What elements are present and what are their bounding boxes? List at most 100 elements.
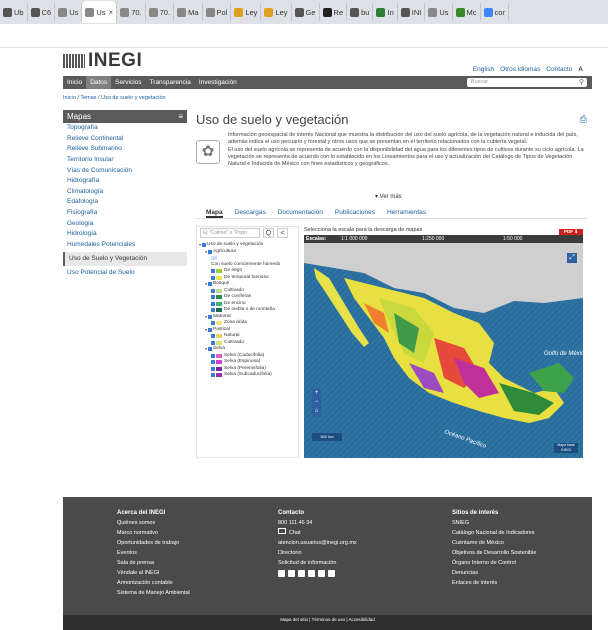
nav-servicios[interactable]: Servicios <box>111 76 145 89</box>
podcast-icon[interactable] <box>318 570 325 577</box>
browser-tab[interactable]: Us × <box>82 1 118 23</box>
layer-checkbox[interactable] <box>208 347 213 352</box>
expand-map-icon[interactable]: ⤢ <box>567 253 577 263</box>
browser-tab[interactable]: Us <box>425 3 453 21</box>
layer-checkbox[interactable] <box>208 282 213 287</box>
layer-search-input[interactable]: Ej "Colima" o "Popo <box>200 228 260 238</box>
other-languages-link[interactable]: Otros idiomas <box>500 66 540 73</box>
sidebar-item[interactable]: Territorio Insular <box>63 155 187 166</box>
rss-icon[interactable] <box>328 570 335 577</box>
layer-checkbox[interactable] <box>202 243 207 248</box>
ver-mas-link[interactable]: ▾ Ver más <box>375 193 402 200</box>
close-tab-icon[interactable]: × <box>109 8 114 17</box>
browser-tab[interactable]: Mc <box>453 3 481 21</box>
instagram-icon[interactable] <box>308 570 315 577</box>
browser-tab[interactable]: Ub <box>0 3 28 21</box>
browser-tab[interactable]: C6 <box>28 3 56 21</box>
sidebar-item[interactable]: Edafología <box>63 197 187 208</box>
footer-link[interactable]: Véndale al INEGI <box>117 568 190 578</box>
print-icon[interactable]: ⎙ <box>580 114 587 125</box>
layer-checkbox[interactable] <box>211 373 215 378</box>
browser-tab[interactable]: Pol <box>203 3 232 21</box>
land-use-map[interactable]: Golfo de México Océano Pacífico ⤢ +−⌂ 50… <box>304 243 583 458</box>
footer-link[interactable]: SNIEG <box>452 518 536 528</box>
site-search-input[interactable]: Buscar ⚲ <box>467 78 587 87</box>
footer-bottom-links[interactable]: Mapa del sitio | Términos de uso | Acces… <box>63 615 592 630</box>
sidebar-item[interactable]: Humedales Potenciales <box>63 240 187 251</box>
sidebar-item[interactable]: Uso Potencial de Suelo <box>63 268 187 279</box>
layer-checkbox[interactable] <box>208 314 213 319</box>
browser-tab[interactable]: Re <box>320 3 348 21</box>
layer-checkbox[interactable] <box>211 321 215 326</box>
footer-link[interactable]: Objetivos de Desarrollo Sostenible <box>452 548 536 558</box>
footer-link[interactable]: Quiénes somos <box>117 518 190 528</box>
browser-tab[interactable]: cor <box>481 3 509 21</box>
directory-link[interactable]: Directorio <box>278 548 357 558</box>
browser-tab[interactable]: Us <box>55 3 83 21</box>
layer-checkbox[interactable] <box>211 288 215 293</box>
youtube-icon[interactable] <box>298 570 305 577</box>
footer-link[interactable]: Eventos <box>117 548 190 558</box>
layer-checkbox[interactable] <box>211 334 215 339</box>
footer-link[interactable]: Enlaces de interés <box>452 578 536 588</box>
tab-descargas[interactable]: Descargas <box>235 206 266 218</box>
scale-250k[interactable]: 1:250 000 <box>418 236 499 242</box>
english-link[interactable]: English <box>473 66 494 73</box>
sidebar-item[interactable]: Topografía <box>63 123 187 134</box>
hamburger-icon[interactable]: ≡ <box>178 110 183 123</box>
footer-link[interactable]: Catálogo Nacional de Indicadores <box>452 528 536 538</box>
layer-checkbox[interactable] <box>211 301 215 306</box>
expand-arrow-icon[interactable]: ▾ <box>205 249 207 256</box>
browser-tab[interactable]: In <box>373 3 398 21</box>
layer-search-button[interactable]: Q <box>263 228 274 238</box>
nav-inicio[interactable]: Inicio <box>63 76 86 89</box>
footer-link[interactable]: Armonización contable <box>117 578 190 588</box>
footer-link[interactable]: Sala de prensa <box>117 558 190 568</box>
browser-tab[interactable]: Ley <box>231 3 262 21</box>
sidebar-item[interactable]: Relieve Continental <box>63 134 187 145</box>
sidebar-item[interactable]: Hidrografía <box>63 176 187 187</box>
sidebar-item[interactable]: Uso de Suelo y Vegetación <box>63 252 187 267</box>
footer-link[interactable]: Oportunidades de trabajo <box>117 538 190 548</box>
sidebar-item[interactable]: Vías de Comunicación <box>63 165 187 176</box>
browser-tab[interactable]: 70. <box>117 3 146 21</box>
info-request-link[interactable]: Solicitud de información <box>278 558 357 568</box>
chat-link[interactable]: Chat <box>278 528 357 538</box>
browser-tab[interactable]: Ley <box>261 3 292 21</box>
nav-datos[interactable]: Datos <box>86 76 112 89</box>
sidebar-item[interactable]: Geología <box>63 218 187 229</box>
inegi-logo[interactable]: INEGI <box>63 50 142 71</box>
contact-email[interactable]: atencion.usuarios@inegi.org.mx <box>278 538 357 548</box>
layer-checkbox[interactable] <box>211 360 215 365</box>
sidebar-item[interactable]: Climatología <box>63 187 187 198</box>
layer-node[interactable]: Selva (Subcaducifolia) <box>199 372 299 379</box>
scale-50k[interactable]: 1:50 000 <box>499 236 580 242</box>
layer-checkbox[interactable] <box>211 269 215 274</box>
expand-arrow-icon[interactable]: ▾ <box>205 281 207 288</box>
layer-checkbox[interactable] <box>208 249 213 254</box>
zoom-controls[interactable]: + − ⌂ <box>312 389 321 417</box>
layer-checkbox[interactable] <box>211 275 215 280</box>
tab-publicaciones[interactable]: Publicaciones <box>335 206 375 218</box>
layer-checkbox[interactable] <box>211 340 215 345</box>
tab-documentacion[interactable]: Documentación <box>278 206 323 218</box>
footer-link[interactable]: Denuncias <box>452 568 536 578</box>
expand-arrow-icon[interactable]: ▾ <box>205 314 207 321</box>
layer-checkbox[interactable] <box>208 327 213 332</box>
nav-transparencia[interactable]: Transparencia <box>146 76 195 89</box>
expand-arrow-icon[interactable]: ▾ <box>205 327 207 334</box>
layer-checkbox[interactable] <box>211 308 215 313</box>
footer-link[interactable]: Cuéntame de México <box>452 538 536 548</box>
facebook-icon[interactable] <box>278 570 285 577</box>
expand-arrow-icon[interactable]: ▾ <box>205 346 207 353</box>
tab-mapa[interactable]: Mapa <box>206 206 223 218</box>
collapse-panel-button[interactable]: < <box>277 228 288 238</box>
font-size-button[interactable]: A <box>578 66 583 73</box>
breadcrumb[interactable]: Inicio / Temas / Uso de suelo y vegetaci… <box>63 95 166 101</box>
browser-tab[interactable]: 70. <box>146 3 175 21</box>
scale-1m[interactable]: 1:1 000 000 <box>337 236 418 242</box>
footer-link[interactable]: Sistema de Manejo Ambiental <box>117 588 190 598</box>
search-icon[interactable]: ⚲ <box>579 78 584 87</box>
layer-checkbox[interactable] <box>211 353 215 358</box>
browser-tab[interactable]: Ge <box>292 3 320 21</box>
